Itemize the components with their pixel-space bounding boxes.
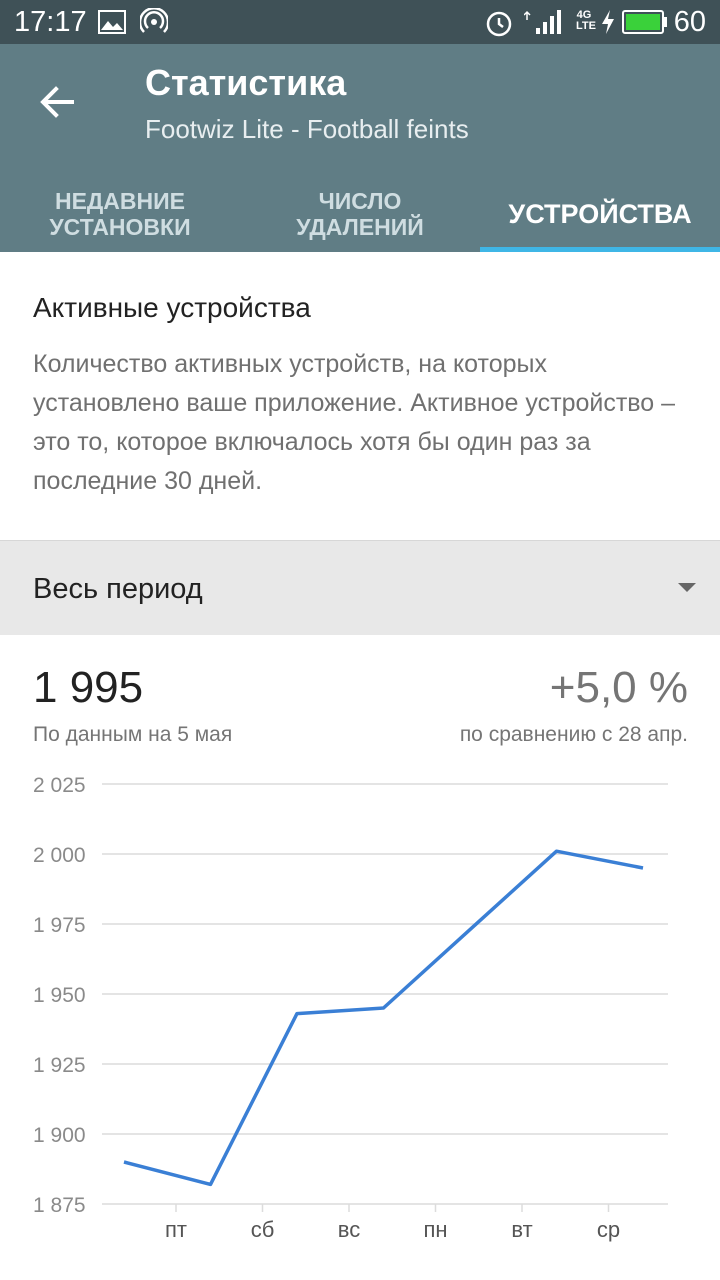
x-tick-label: пт [165, 1217, 187, 1242]
x-tick-label: пн [423, 1217, 447, 1242]
devices-line-chart: 1 875 1 900 1 925 1 950 1 975 2 000 2 025 пт сб в… [33, 774, 668, 1242]
period-dropdown[interactable]: Весь период [0, 540, 720, 635]
tab-uninstalls[interactable]: ЧИСЛО УДАЛЕНИЙ [240, 176, 480, 252]
x-tick-label: вт [511, 1217, 532, 1242]
tab-devices[interactable]: УСТРОЙСТВА [480, 176, 720, 252]
tab-recent-installs[interactable]: НЕДАВНИЕ УСТАНОВКИ [0, 176, 240, 252]
as-of-date: По данным на 5 мая [33, 723, 233, 746]
app-bar: Статистика Footwiz Lite - Football feint… [0, 44, 720, 252]
charging-icon [602, 10, 614, 34]
image-icon [98, 10, 126, 34]
device-count: 1 995 [33, 663, 144, 712]
chart-container: 1 875 1 900 1 925 1 950 1 975 2 000 2 025 пт сб в… [0, 760, 720, 1260]
y-tick-label: 1 975 [33, 914, 86, 937]
app-name: Footwiz Lite - Football feints [145, 114, 469, 144]
network-type: 4G LTE [576, 9, 596, 32]
change-percent: +5,0 % [549, 663, 688, 712]
section-heading: Активные устройства [33, 292, 311, 323]
x-tick-label: вс [338, 1217, 360, 1242]
status-bar: 17:17 4G LTE 60 [0, 0, 720, 44]
comparison-date: по сравнению с 28 апр. [459, 723, 688, 746]
section-description: Количество активных устройств, на которы… [33, 350, 676, 495]
alarm-icon [486, 11, 512, 37]
caret-down-icon [678, 583, 696, 592]
hotspot-icon [140, 8, 168, 33]
battery-level: 60 [673, 6, 706, 38]
tab-bar: НЕДАВНИЕ УСТАНОВКИ ЧИСЛО УДАЛЕНИЙ УСТРОЙ… [0, 176, 720, 252]
y-tick-label: 2 025 [33, 774, 86, 797]
y-tick-label: 1 925 [33, 1054, 86, 1077]
x-tick-label: ср [597, 1217, 620, 1242]
signal-icon [524, 10, 561, 34]
back-arrow-icon[interactable] [36, 80, 80, 124]
x-tick-label: сб [251, 1217, 275, 1242]
period-selected-value: Весь период [33, 573, 203, 605]
y-tick-label: 2 000 [33, 844, 86, 867]
info-card: Активные устройства Количество активных … [0, 252, 720, 540]
y-tick-label: 1 950 [33, 984, 86, 1007]
status-time: 17:17 [14, 6, 87, 38]
y-tick-label: 1 875 [33, 1194, 86, 1217]
battery-icon [622, 10, 667, 34]
y-tick-label: 1 900 [33, 1124, 86, 1147]
page-title: Статистика [145, 62, 347, 103]
